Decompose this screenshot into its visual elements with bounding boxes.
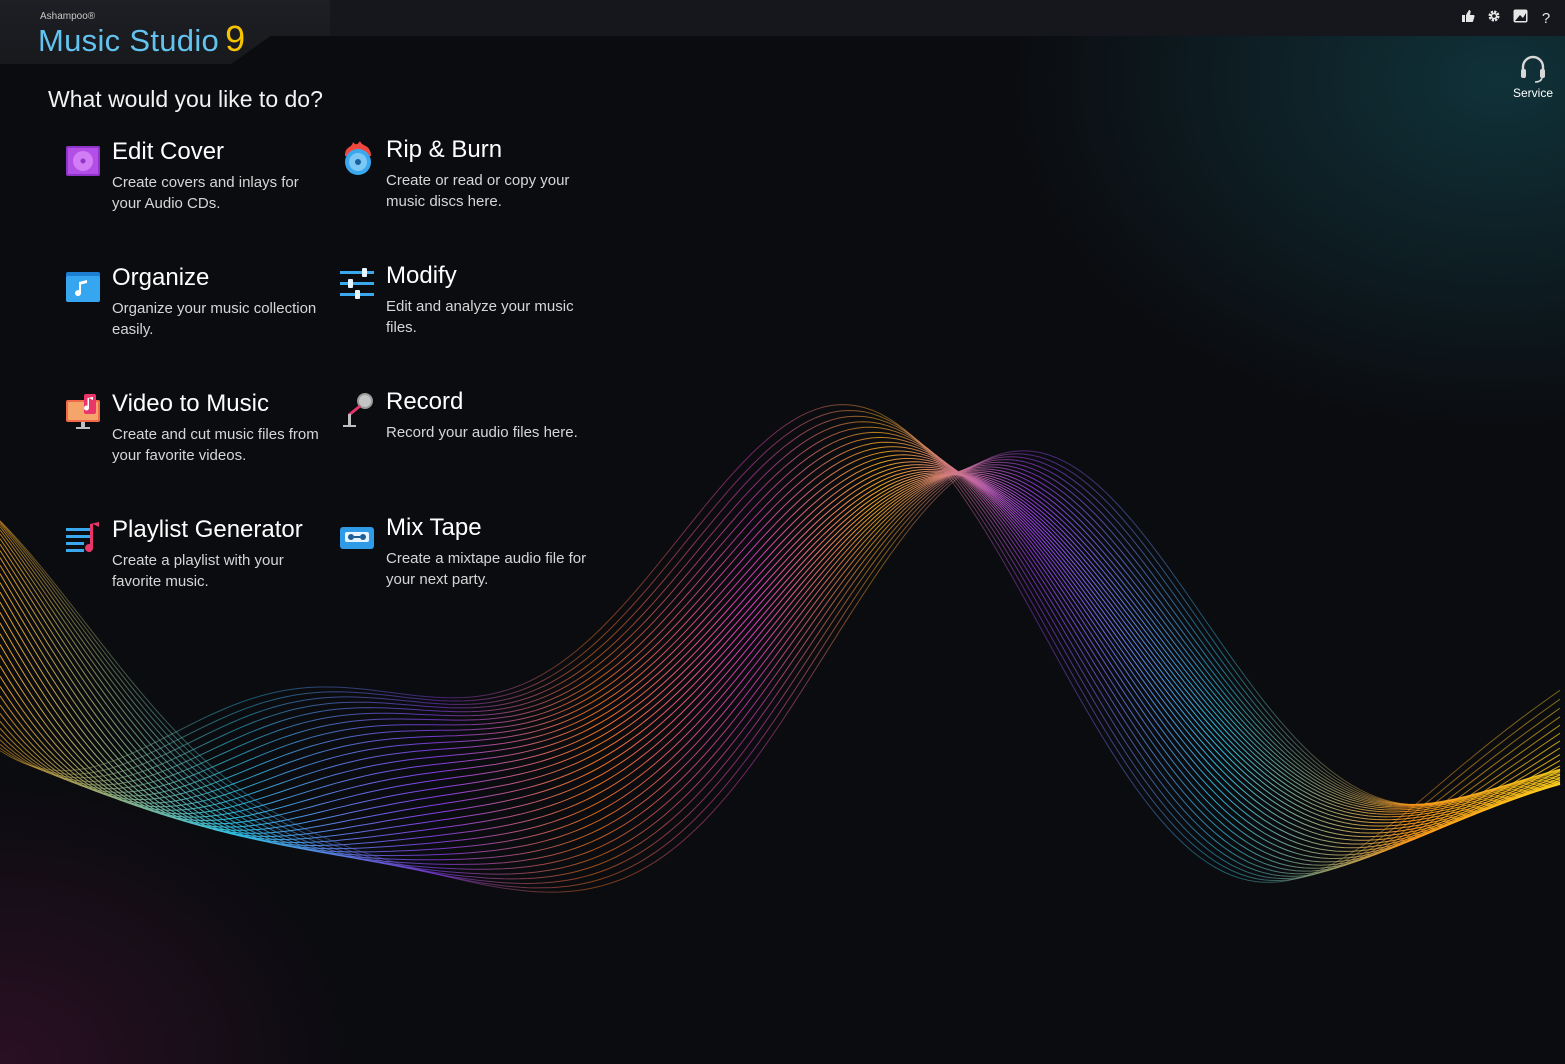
cassette-icon <box>340 527 374 549</box>
disc-flame-icon <box>345 141 371 175</box>
app-name: Music Studio <box>38 23 220 58</box>
video-music-icon <box>66 394 100 429</box>
music-folder-icon <box>66 272 100 302</box>
tile-description: Organize your music collection easily. <box>112 300 317 338</box>
app-version: 9 <box>225 18 246 59</box>
wave-line <box>0 436 1561 869</box>
tile-title: Organize <box>112 264 210 291</box>
tile-description: Edit and analyze your music files. <box>386 298 574 336</box>
help-icon[interactable]: ? <box>1537 10 1555 27</box>
tile-description: Create or read or copy your music discs … <box>386 172 570 210</box>
page-heading: What would you like to do? <box>48 86 323 112</box>
service-button[interactable]: Service <box>1508 54 1558 100</box>
headset-icon <box>1521 55 1545 83</box>
cover-icon <box>66 146 100 176</box>
tile-title: Record <box>386 388 464 415</box>
sliders-icon <box>340 268 374 299</box>
tile-title: Video to Music <box>112 390 269 417</box>
tile-title: Rip & Burn <box>386 136 503 163</box>
wave-line <box>0 421 1561 877</box>
wave-line <box>0 404 1561 883</box>
playlist-icon <box>66 522 99 553</box>
tile-description: Record your audio files here. <box>386 424 578 441</box>
wave-lines <box>0 404 1561 893</box>
service-label: Service <box>1512 86 1553 100</box>
tile-description: Create and cut music files from your fav… <box>112 426 319 464</box>
wave-line <box>0 450 1561 860</box>
tile-title: Modify <box>386 262 457 289</box>
tile-description: Create a playlist with your favorite mus… <box>112 552 284 590</box>
image-icon[interactable] <box>1511 9 1529 27</box>
tile-title: Mix Tape <box>386 514 482 541</box>
tile-description: Create covers and inlays for your Audio … <box>112 174 299 212</box>
tile-title: Playlist Generator <box>112 516 303 543</box>
tile-description: Create a mixtape audio file for your nex… <box>386 550 587 588</box>
window-toolbar: ? <box>1459 9 1555 27</box>
tile-title: Edit Cover <box>112 138 225 165</box>
thumbs-up-icon[interactable] <box>1459 9 1477 27</box>
gear-icon[interactable] <box>1485 9 1503 27</box>
microphone-icon <box>343 393 373 427</box>
app-logo: Music Studio 9 <box>38 18 245 60</box>
